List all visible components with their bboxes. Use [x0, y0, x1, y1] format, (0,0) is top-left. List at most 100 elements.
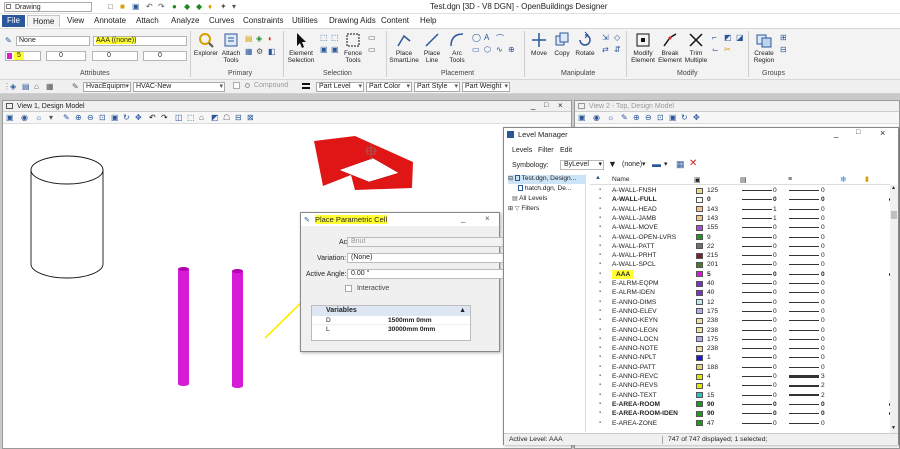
filter-icon[interactable]: ▼ [608, 159, 617, 169]
expand-icon[interactable]: ⊞ [508, 206, 513, 212]
level-color-swatch[interactable] [696, 206, 703, 213]
minimize-icon[interactable]: _ [531, 101, 535, 110]
placement-small-icon[interactable]: ⊕ [508, 45, 515, 54]
selection-small-icon[interactable]: ▭ [368, 45, 376, 54]
view-next-icon[interactable]: ↷ [161, 113, 168, 122]
style-combo[interactable]: 0 [92, 51, 138, 61]
chevron-up-icon[interactable]: ▲ [459, 306, 466, 316]
view-tool-icon[interactable]: ◩ [211, 113, 219, 122]
level-weight-line[interactable] [789, 292, 819, 294]
variable-row[interactable]: D 1500mm 0mm [312, 316, 470, 325]
modify-small-icon[interactable]: ◩ [724, 33, 732, 42]
level-row[interactable]: ▪ A-WALL-FNSH 125 0 0 [597, 186, 893, 195]
variables-header[interactable]: Variables ▲ [312, 306, 470, 316]
level-combo-2[interactable]: AAA ((none)) [93, 36, 187, 46]
primary-small-icon[interactable]: ⚙ [256, 47, 263, 56]
view-tool-icon[interactable]: ◫ [175, 113, 183, 122]
level-style-line[interactable] [742, 273, 772, 275]
level-style-line[interactable] [742, 208, 772, 210]
level-weight-line[interactable] [789, 283, 819, 284]
level-table-scrollbar[interactable]: ▲ ▼ [890, 185, 898, 433]
element-selection-button[interactable]: Element Selection [286, 31, 316, 64]
level-weight-line[interactable] [789, 208, 819, 210]
copy-button[interactable]: Copy [551, 31, 573, 57]
placement-small-icon[interactable]: ⬡ [484, 45, 491, 54]
level-weight-line[interactable] [789, 236, 819, 238]
tab-utilities[interactable]: Utilities [287, 15, 323, 27]
new-level-icon[interactable]: ▦ [676, 159, 685, 170]
toolbar-icon[interactable]: ⌂ [34, 82, 39, 91]
placement-small-icon[interactable]: A [484, 33, 489, 42]
column-header-name[interactable]: Name [612, 176, 630, 183]
tab-home[interactable]: Home [27, 15, 61, 27]
level-row[interactable]: ▪ E-ANNO-LEGN 238 0 0 [597, 326, 893, 335]
weight-combo[interactable]: 0 [46, 51, 86, 61]
tab-drawing-aids[interactable]: Drawing Aids [324, 15, 381, 27]
level-color-swatch[interactable] [696, 196, 703, 203]
level-row[interactable]: ▪ E-ANNO-DIMS 12 0 0 [597, 298, 893, 307]
color-picker[interactable]: 5 [5, 51, 41, 61]
quick-access-open-icon[interactable]: ■ [120, 2, 125, 11]
toolbar-icon[interactable]: ▦ [46, 82, 54, 91]
display-style-icon[interactable]: ◉ [21, 113, 28, 122]
symbology-combo[interactable]: ByLevel ▾ [560, 160, 604, 170]
level-row[interactable]: ▪ E-ANNO-NOTE 238 0 0 [597, 344, 893, 353]
level-color-swatch[interactable] [696, 382, 703, 389]
groups-small-icon[interactable]: ⊟ [780, 45, 787, 54]
create-region-button[interactable]: Create Region [751, 31, 777, 64]
level-table[interactable]: ▪ A-WALL-FNSH 125 0 0 ▪ A-WALL-FULL 0 0 0 ▪ A-WALL-… [597, 186, 893, 432]
level-color-swatch[interactable] [696, 224, 703, 231]
tab-attach[interactable]: Attach [131, 15, 164, 27]
level-color-swatch[interactable] [696, 345, 703, 352]
pan-view-icon[interactable]: ✥ [693, 113, 700, 122]
view-previous-icon[interactable]: ↶ [149, 113, 156, 122]
scroll-thumb[interactable] [891, 211, 897, 219]
level-color-swatch[interactable] [696, 187, 703, 194]
view-tool-icon[interactable]: ✎ [621, 113, 628, 122]
level-color-swatch[interactable] [696, 234, 703, 240]
level-row[interactable]: ▪ A-WALL-PRHT 215 0 0 [597, 251, 893, 260]
level-row[interactable]: ▪ A-WALL-PATT 22 0 0 [597, 242, 893, 251]
scroll-up-icon[interactable]: ▲ [891, 185, 896, 191]
level-weight-line[interactable] [789, 227, 819, 229]
magenta-pipe-right[interactable] [232, 269, 243, 388]
primary-small-icon[interactable]: ◐ [268, 34, 273, 43]
view-tool-icon[interactable]: ▾ [49, 113, 53, 122]
level-weight-line[interactable] [789, 190, 819, 191]
break-element-button[interactable]: Break Element [657, 31, 683, 64]
zoom-in-icon[interactable]: ⊕ [633, 113, 640, 122]
level-row[interactable]: ▪ A-WALL-HEAD 143 1 0 [597, 205, 893, 214]
quick-access-redo-icon[interactable]: ↷ [158, 2, 165, 11]
chevron-down-icon[interactable]: ▾ [664, 160, 668, 168]
scroll-down-icon[interactable]: ▼ [891, 425, 896, 431]
zoom-out-icon[interactable]: ⊖ [87, 113, 94, 122]
level-color-swatch[interactable] [696, 252, 703, 259]
modify-small-icon[interactable]: ⌙ [712, 45, 719, 54]
column-header-color-icon[interactable]: ▣ [694, 176, 701, 184]
fit-view-icon[interactable]: ▣ [111, 113, 119, 122]
menu-levels[interactable]: Levels [512, 147, 532, 154]
level-weight-line[interactable] [789, 422, 819, 424]
minimize-icon[interactable]: _ [461, 214, 465, 223]
level-weight-line[interactable] [789, 273, 819, 275]
tab-curves[interactable]: Curves [204, 15, 239, 27]
level-style-line[interactable] [742, 283, 772, 284]
maximize-icon[interactable]: □ [544, 102, 548, 109]
magenta-pipe-left[interactable] [178, 267, 189, 386]
rotate-button[interactable]: Rotate [573, 31, 597, 57]
part-color-combo[interactable]: Part Color [366, 82, 412, 92]
tree-item-test-dgn[interactable]: ⊟ Test.dgn, Design... [508, 175, 586, 184]
cell-category-combo[interactable]: HvacEquipm [83, 82, 131, 92]
selection-small-icon[interactable]: ⬚ [331, 33, 339, 42]
view-tool-icon[interactable]: ⊟ [235, 113, 242, 122]
level-weight-line[interactable] [789, 199, 819, 201]
primary-small-icon[interactable]: ◧ [268, 47, 276, 56]
level-color-swatch[interactable] [696, 327, 703, 333]
level-style-line[interactable] [742, 422, 772, 424]
maximize-icon[interactable]: □ [856, 129, 860, 136]
level-row[interactable]: ▪ E-AREA-ROOM 90 0 0 [597, 400, 893, 409]
quick-access-new-icon[interactable]: □ [108, 2, 113, 11]
view-tool-icon[interactable]: ⬚ [187, 113, 195, 122]
level-row[interactable]: ▪ A-WALL-FULL 0 0 0 [597, 195, 893, 204]
level-color-swatch[interactable] [696, 308, 703, 315]
